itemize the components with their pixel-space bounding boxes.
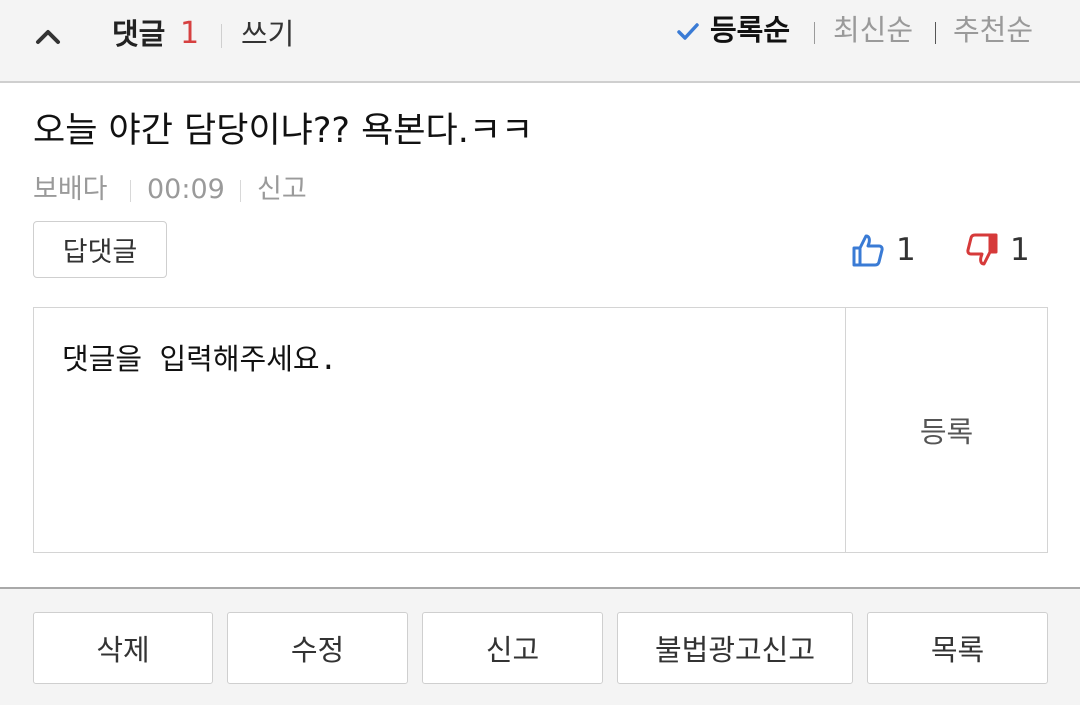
delete-button[interactable]: 삭제 <box>33 612 213 684</box>
write-comment-link[interactable]: 쓰기 <box>241 14 294 54</box>
reply-textarea[interactable] <box>34 308 846 552</box>
dislike-count: 1 <box>1010 232 1030 268</box>
report-button[interactable]: 신고 <box>422 612 603 684</box>
thumbs-up-icon <box>852 234 884 267</box>
comment-count: 1 <box>180 16 200 51</box>
sort-option-registered[interactable]: 등록순 <box>710 10 790 50</box>
edit-button[interactable]: 수정 <box>227 612 408 684</box>
comment-author: 보배다 <box>33 174 108 205</box>
thumbs-down-icon <box>966 233 998 266</box>
sort-option-recommended[interactable]: 추천순 <box>953 10 1033 50</box>
dislike-button[interactable]: 1 <box>966 228 1030 272</box>
header-divider <box>221 24 222 48</box>
action-bar: 삭제 수정 신고 불법광고신고 목록 <box>0 587 1080 705</box>
meta-divider <box>240 180 241 202</box>
sort-divider <box>935 22 936 44</box>
chevron-up-icon[interactable] <box>35 26 61 46</box>
reply-form: 등록 <box>33 307 1048 553</box>
meta-divider <box>130 180 131 202</box>
comment-header: 댓글 1 쓰기 등록순 최신순 추천순 <box>0 0 1080 83</box>
comment-section-title: 댓글 <box>112 17 166 51</box>
sort-divider <box>814 22 815 44</box>
like-button[interactable]: 1 <box>852 228 916 272</box>
like-count: 1 <box>896 232 916 268</box>
reply-button[interactable]: 답댓글 <box>33 221 167 278</box>
comment-text: 오늘 야간 담당이냐?? 욕본다.ㅋㅋ <box>33 111 534 151</box>
register-button[interactable]: 등록 <box>846 308 1047 552</box>
sort-option-latest[interactable]: 최신순 <box>833 10 913 50</box>
illegal-ad-report-button[interactable]: 불법광고신고 <box>617 612 853 684</box>
comment-time: 00:09 <box>147 174 225 205</box>
comment-report-link[interactable]: 신고 <box>257 172 307 208</box>
check-icon <box>677 23 699 40</box>
list-button[interactable]: 목록 <box>867 612 1048 684</box>
